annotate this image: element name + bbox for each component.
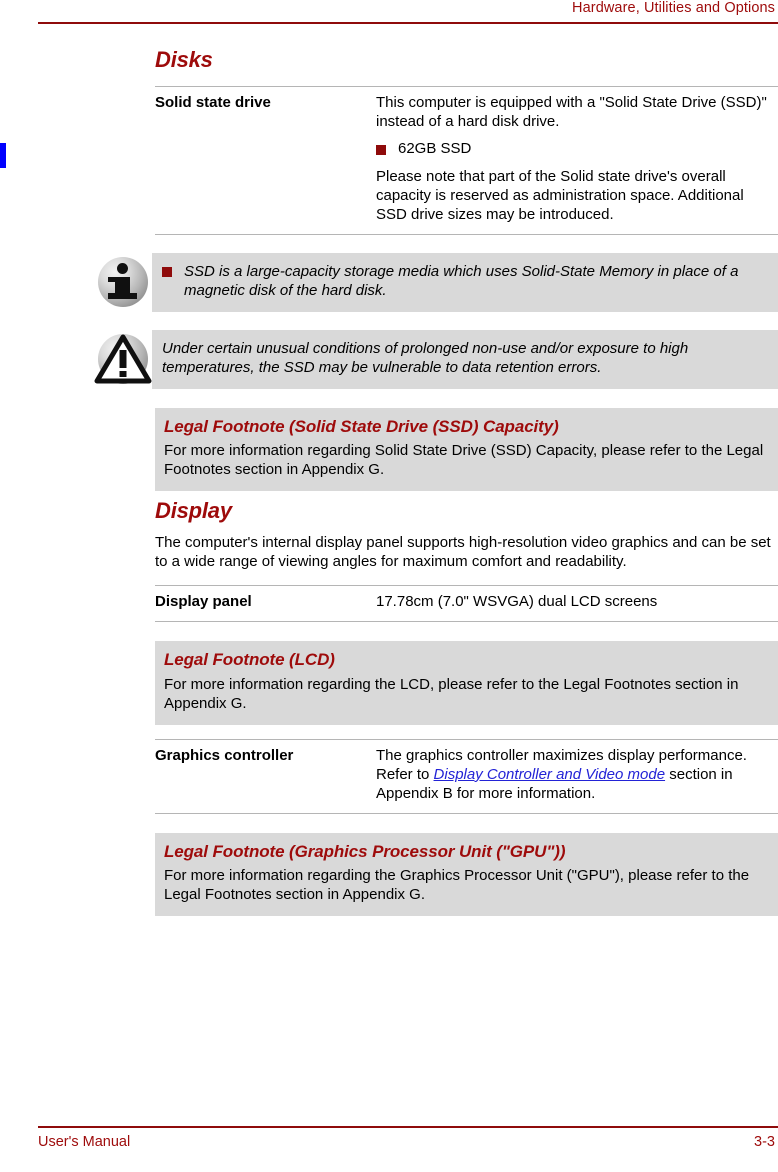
info-icon-foot — [108, 292, 137, 299]
caution-box: Under certain unusual conditions of prol… — [94, 329, 778, 389]
spec-term: Solid state drive — [155, 94, 271, 112]
table-row: Solid state drive This computer is equip… — [155, 86, 778, 235]
page-header: Hardware, Utilities and Options — [38, 0, 778, 30]
page-footer: User's Manual 3-3 — [38, 1126, 778, 1160]
list-item: 62GB SSD — [376, 140, 778, 159]
footer-manual-label: User's Manual — [38, 1134, 131, 1150]
section-heading-disks: Disks — [155, 47, 213, 72]
spec-paragraph: The graphics controller maximizes displa… — [376, 747, 778, 804]
legal-footnote-gpu: Legal Footnote (Graphics Processor Unit … — [155, 832, 778, 917]
spec-table-disks: Solid state drive This computer is equip… — [155, 86, 778, 235]
footnote-body: For more information regarding the LCD, … — [164, 675, 739, 712]
spec-term: Graphics controller — [155, 746, 294, 764]
footnote-body: For more information regarding Solid Sta… — [164, 442, 764, 479]
display-intro-text: The computer's internal display panel su… — [155, 534, 771, 571]
header-title: Hardware, Utilities and Options — [572, 0, 775, 16]
change-bar-marker — [0, 143, 6, 168]
footer-page-number: 3-3 — [754, 1134, 775, 1150]
cross-reference-link[interactable]: Display Controller and Video mode — [434, 766, 666, 783]
spec-paragraph: 17.78cm (7.0" WSVGA) dual LCD screens — [376, 593, 658, 611]
note-text: SSD is a large-capacity storage media wh… — [184, 262, 739, 300]
header-divider — [38, 22, 778, 24]
info-icon — [94, 255, 152, 311]
square-bullet-icon — [376, 144, 386, 155]
note-body: SSD is a large-capacity storage media wh… — [152, 252, 778, 312]
footnote-title: Legal Footnote (Solid State Drive (SSD) … — [164, 416, 559, 436]
table-row: Display panel 17.78cm (7.0" WSVGA) dual … — [155, 585, 778, 622]
spec-term: Display panel — [155, 593, 252, 611]
square-bullet-icon — [162, 266, 172, 277]
list-item-label: 62GB SSD — [398, 139, 472, 157]
note-box: SSD is a large-capacity storage media wh… — [98, 252, 778, 312]
footnote-body: For more information regarding the Graph… — [164, 867, 750, 904]
footnote-title: Legal Footnote (Graphics Processor Unit … — [164, 841, 566, 861]
table-row: Graphics controller The graphics control… — [155, 739, 778, 814]
info-icon-dot — [117, 262, 128, 274]
spec-paragraph: Please note that part of the Solid state… — [376, 167, 744, 223]
spec-description: 17.78cm (7.0" WSVGA) dual LCD screens — [376, 586, 778, 622]
footer-divider — [38, 1126, 778, 1128]
caution-icon — [94, 332, 152, 388]
caution-text: Under certain unusual conditions of prol… — [162, 339, 689, 377]
footnote-title: Legal Footnote (LCD) — [164, 650, 335, 670]
spec-description: The graphics controller maximizes displa… — [376, 739, 778, 813]
legal-footnote-ssd: Legal Footnote (Solid State Drive (SSD) … — [155, 407, 778, 492]
page-content: Disks Solid state drive This computer is… — [94, 40, 778, 917]
section-heading-display: Display — [155, 498, 232, 524]
spec-paragraph: This computer is equipped with a "Solid … — [376, 94, 767, 131]
spec-table-graphics-controller: Graphics controller The graphics control… — [155, 739, 778, 814]
spec-description: This computer is equipped with a "Solid … — [376, 87, 778, 234]
caution-icon-triangle — [94, 334, 152, 384]
caution-body: Under certain unusual conditions of prol… — [152, 329, 778, 389]
spec-table-display-panel: Display panel 17.78cm (7.0" WSVGA) dual … — [155, 585, 778, 622]
legal-footnote-lcd: Legal Footnote (LCD) For more informatio… — [155, 641, 778, 725]
